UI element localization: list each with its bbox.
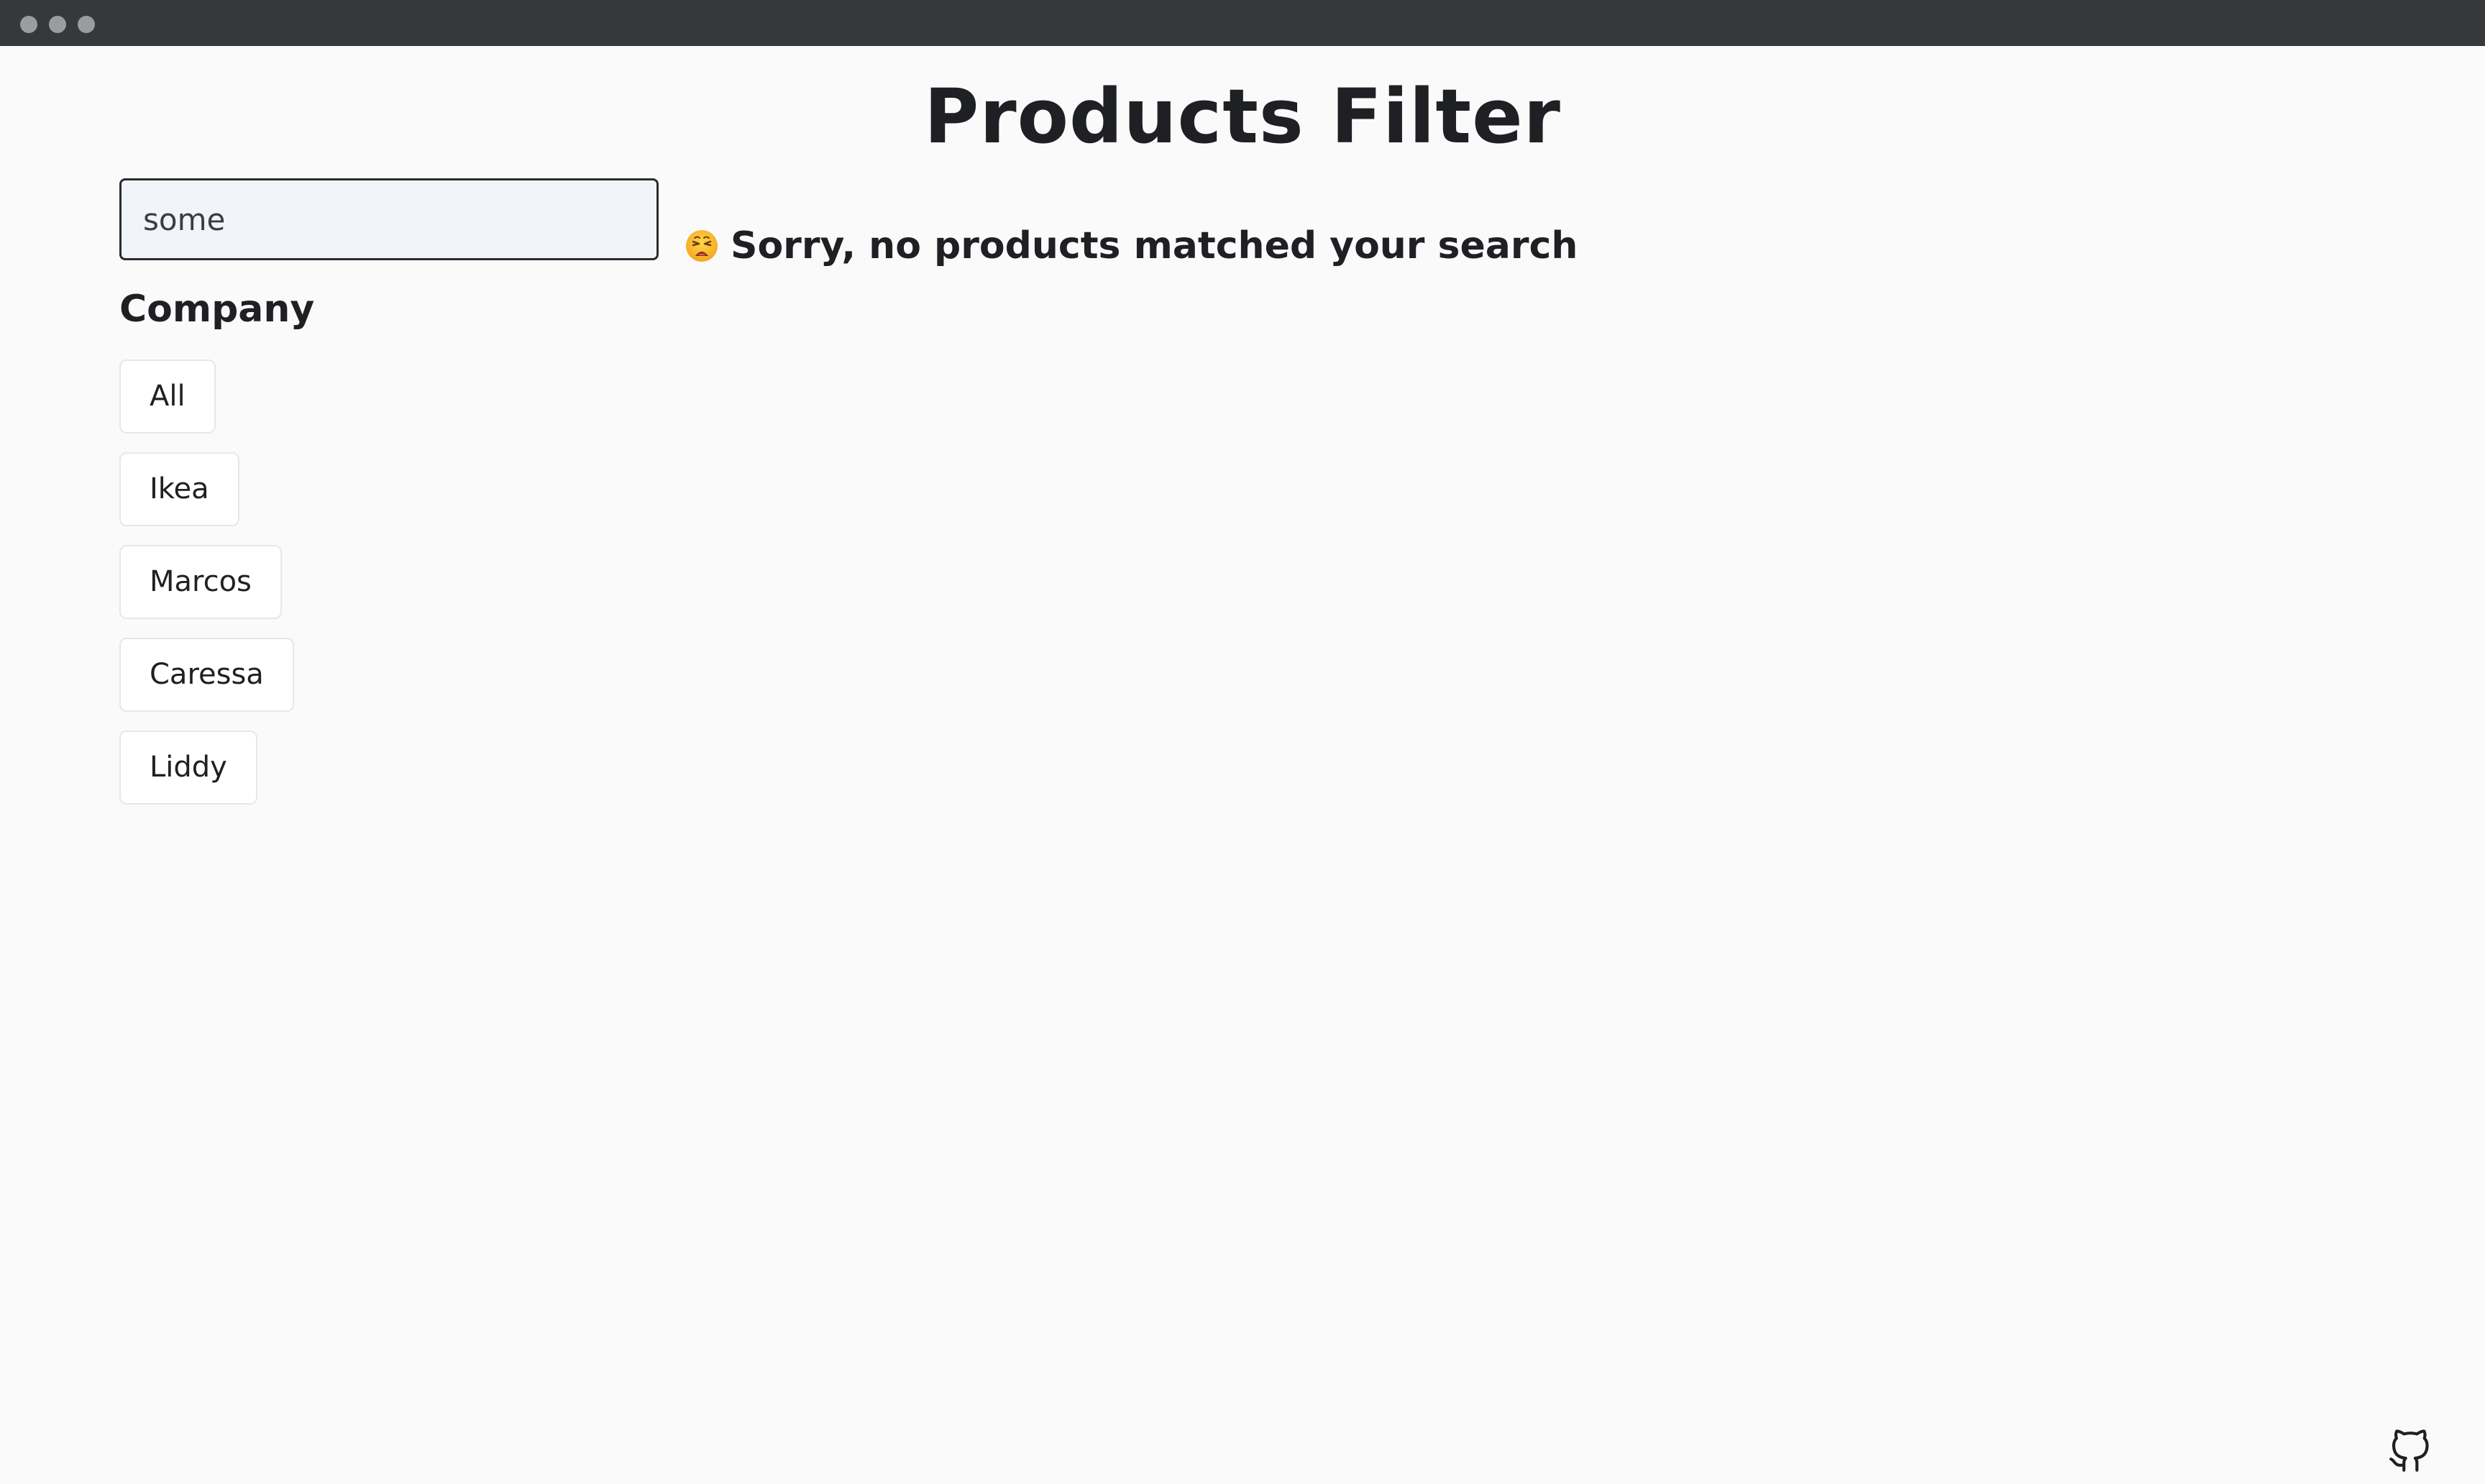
company-button-liddy[interactable]: Liddy [119, 730, 257, 805]
page-title: Products Filter [924, 73, 1561, 160]
github-link[interactable] [2387, 1429, 2432, 1474]
company-button-marcos[interactable]: Marcos [119, 545, 282, 619]
window-maximize-button[interactable] [78, 16, 95, 33]
page-content: Products Filter Company All Ikea Marcos … [0, 46, 2485, 1484]
company-filter-heading: Company [119, 288, 315, 331]
company-button-all[interactable]: All [119, 359, 216, 434]
window-minimize-button[interactable] [49, 16, 66, 33]
company-button-caressa[interactable]: Caressa [119, 638, 294, 712]
weary-face-icon [685, 229, 719, 263]
github-icon [2389, 1429, 2429, 1472]
company-button-ikea[interactable]: Ikea [119, 452, 239, 526]
no-results-message: Sorry, no products matched your search [685, 217, 1578, 275]
window-close-button[interactable] [20, 16, 37, 33]
company-filter-list: All Ikea Marcos Caressa Liddy [119, 359, 294, 805]
window-titlebar [0, 0, 2485, 46]
search-input[interactable] [119, 178, 659, 260]
no-results-text: Sorry, no products matched your search [731, 224, 1578, 267]
